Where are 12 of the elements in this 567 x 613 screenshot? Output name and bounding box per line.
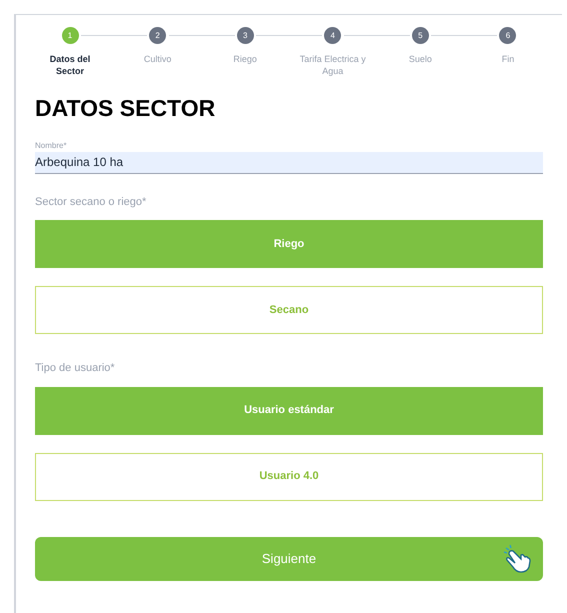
page-title: DATOS SECTOR — [35, 94, 216, 123]
step-label: Riego — [233, 53, 257, 65]
name-input[interactable]: Arbequina 10 ha — [35, 152, 543, 174]
group-label: Tipo de usuario* — [35, 361, 116, 376]
hand-cursor-icon — [503, 544, 533, 572]
step-label: Suelo — [408, 53, 432, 65]
step-label: Datos del Sector — [48, 53, 92, 77]
group-label: Sector secano o riego* — [35, 194, 148, 210]
step-label: Tarifa Electrica y Agua — [298, 53, 367, 77]
field-label: Nombre* — [35, 140, 68, 152]
step-label: Fin — [502, 53, 514, 65]
step-label: Cultivo — [144, 53, 172, 65]
